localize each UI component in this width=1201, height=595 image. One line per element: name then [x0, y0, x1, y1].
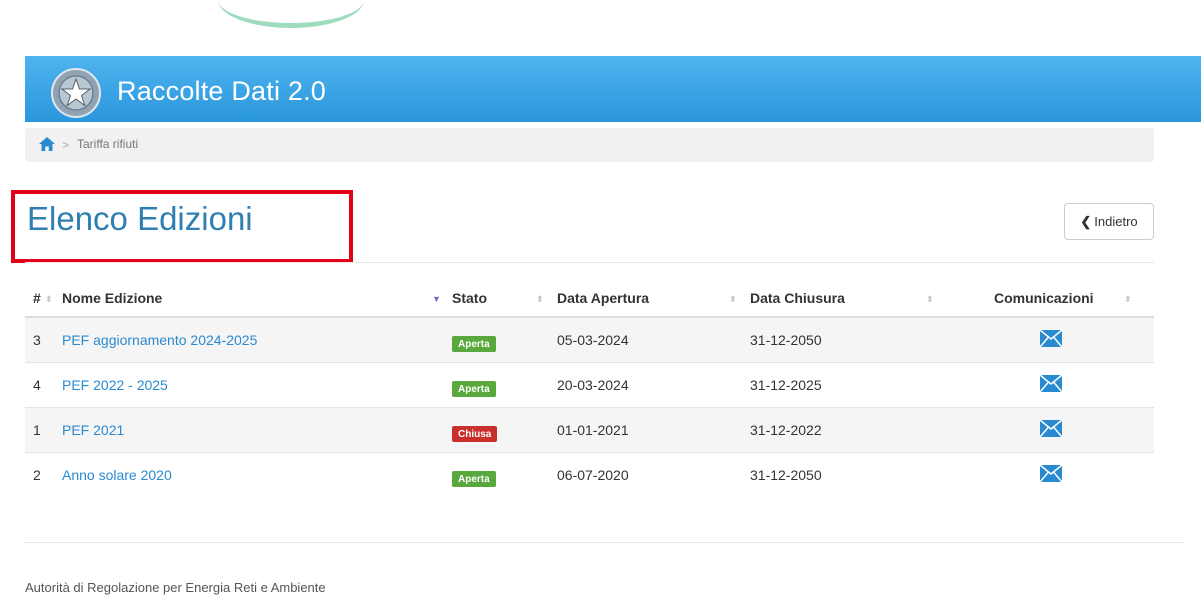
col-header-number[interactable]: # ⬍: [25, 280, 62, 318]
opening-date: 06-07-2020: [557, 451, 750, 497]
sort-icon: ⬍: [536, 294, 544, 304]
edition-name-link[interactable]: Anno solare 2020: [62, 467, 172, 483]
status-badge: Chiusa: [452, 425, 498, 442]
table-row: 2 Anno solare 2020 Aperta 06-07-2020 31-…: [25, 451, 1154, 497]
edition-name-link[interactable]: PEF 2021: [62, 422, 124, 438]
envelope-icon[interactable]: [1040, 329, 1062, 347]
col-header-name[interactable]: Nome Edizione ▼: [62, 280, 452, 318]
decorative-arc: [218, 0, 364, 28]
col-header-closing-date[interactable]: Data Chiusura ⬍: [750, 280, 950, 318]
envelope-icon[interactable]: [1040, 419, 1062, 437]
envelope-icon[interactable]: [1040, 464, 1062, 482]
closing-date: 31-12-2025: [750, 361, 950, 407]
sort-icon: ⬍: [729, 294, 737, 304]
col-header-status[interactable]: Stato ⬍: [452, 280, 557, 318]
envelope-icon[interactable]: [1040, 374, 1062, 392]
col-header-communications[interactable]: Comunicazioni ⬍: [950, 280, 1154, 318]
opening-date: 01-01-2021: [557, 406, 750, 452]
back-button[interactable]: ❮ Indietro: [1064, 203, 1154, 240]
divider: [25, 262, 1154, 263]
sort-icon: ⬍: [45, 294, 53, 304]
table-row: 1 PEF 2021 Chiusa 01-01-2021 31-12-2022: [25, 406, 1154, 452]
sort-desc-icon: ▼: [432, 294, 441, 304]
edition-name-link[interactable]: PEF aggiornamento 2024-2025: [62, 332, 257, 348]
opening-date: 05-03-2024: [557, 316, 750, 362]
closing-date: 31-12-2050: [750, 316, 950, 362]
editions-table: # ⬍ Nome Edizione ▼ Stato ⬍ Data Apertur…: [25, 280, 1154, 497]
row-number: 3: [25, 316, 62, 362]
status-badge: Aperta: [452, 380, 496, 397]
closing-date: 31-12-2022: [750, 406, 950, 452]
back-button-label: Indietro: [1094, 214, 1138, 229]
opening-date: 20-03-2024: [557, 361, 750, 407]
breadcrumb-separator: >: [62, 138, 70, 152]
row-number: 2: [25, 451, 62, 497]
col-header-opening-date[interactable]: Data Apertura ⬍: [557, 280, 750, 318]
highlight-box: [11, 190, 353, 263]
home-icon[interactable]: [39, 137, 55, 151]
table-row: 4 PEF 2022 - 2025 Aperta 20-03-2024 31-1…: [25, 361, 1154, 407]
edition-name-link[interactable]: PEF 2022 - 2025: [62, 377, 168, 393]
chevron-left-icon: ❮: [1080, 214, 1092, 229]
republic-emblem-icon: [51, 68, 101, 118]
app-header: Raccolte Dati 2.0: [25, 56, 1201, 122]
footer-text: Autorità di Regolazione per Energia Reti…: [25, 580, 326, 595]
app-title: Raccolte Dati 2.0: [117, 76, 326, 106]
row-number: 1: [25, 406, 62, 452]
divider: [25, 542, 1183, 543]
sort-icon: ⬍: [926, 294, 934, 304]
row-number: 4: [25, 361, 62, 407]
breadcrumb-current: Tariffa rifiuti: [77, 137, 139, 151]
table-row: 3 PEF aggiornamento 2024-2025 Aperta 05-…: [25, 316, 1154, 362]
breadcrumb: > Tariffa rifiuti: [25, 128, 1154, 162]
status-badge: Aperta: [452, 470, 496, 487]
closing-date: 31-12-2050: [750, 451, 950, 497]
status-badge: Aperta: [452, 335, 496, 352]
sort-icon: ⬍: [1124, 294, 1132, 304]
